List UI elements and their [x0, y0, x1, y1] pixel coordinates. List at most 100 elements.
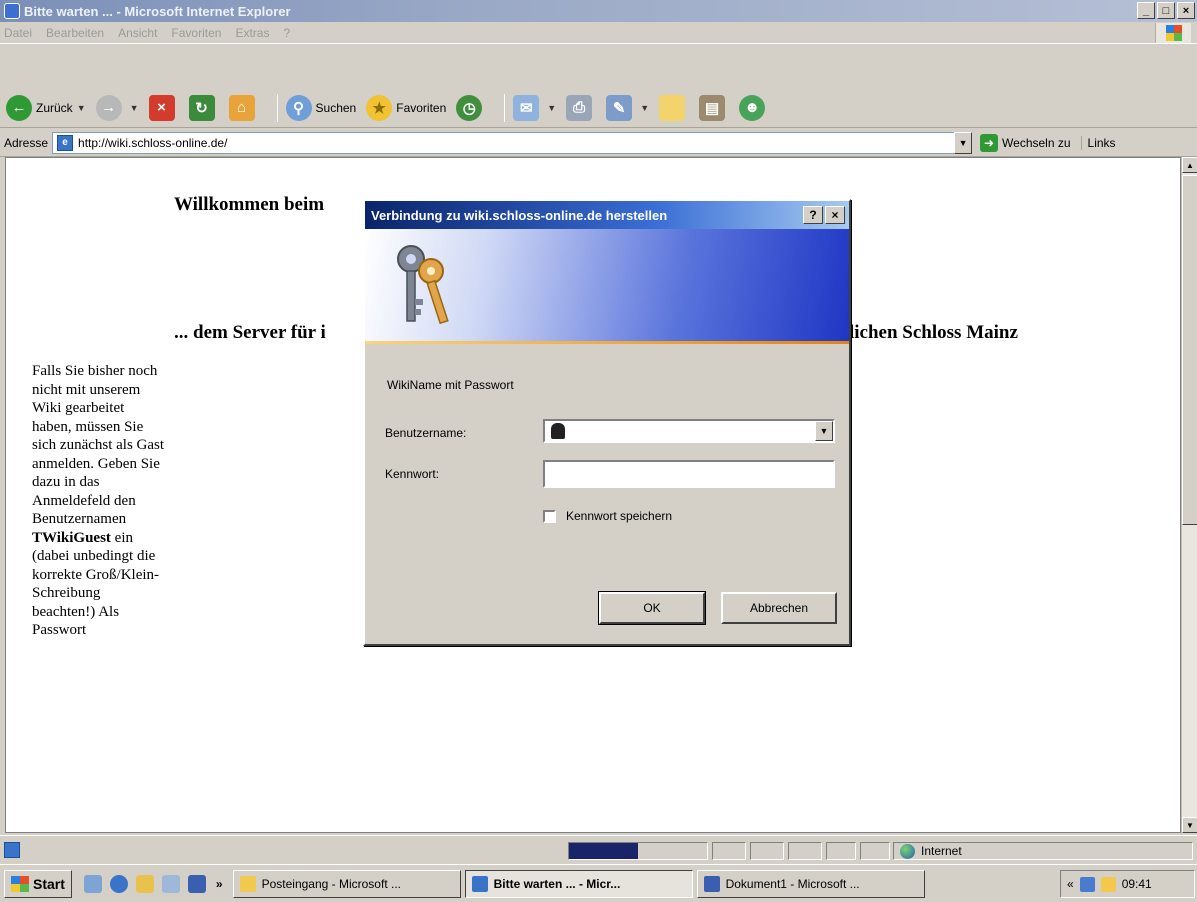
security-zone: Internet	[893, 842, 1193, 860]
password-field[interactable]	[543, 460, 835, 488]
taskbar: Start » Posteingang - Microsoft ... Bitt…	[0, 864, 1197, 902]
chevron-down-icon: ▼	[129, 102, 139, 113]
status-bar: Internet	[0, 835, 1197, 864]
forward-arrow-icon: →	[95, 94, 122, 121]
links-button[interactable]: Links	[1080, 135, 1116, 150]
stop-icon: ×	[148, 94, 175, 121]
menu-bearbeiten[interactable]: Bearbeiten	[46, 26, 104, 40]
cancel-button[interactable]: Abbrechen	[721, 592, 837, 624]
start-label: Start	[33, 875, 65, 892]
remember-checkbox[interactable]	[543, 509, 556, 523]
taskbar-item-word[interactable]: Dokument1 - Microsoft ...	[696, 869, 925, 898]
guest-username: TWikiGuest	[32, 529, 111, 546]
home-button[interactable]: ⌂	[228, 92, 259, 124]
status-pane	[860, 842, 890, 860]
back-label: Zurück	[36, 100, 73, 115]
address-dropdown-icon[interactable]: ▼	[954, 131, 973, 154]
task-label: Bitte warten ... - Micr...	[493, 876, 621, 891]
back-button[interactable]: ← Zurück ▼	[6, 92, 86, 124]
scroll-thumb[interactable]	[1182, 175, 1197, 525]
messenger-icon: ☻	[739, 94, 766, 121]
task-label: Dokument1 - Microsoft ...	[725, 876, 860, 891]
help-button[interactable]: ?	[803, 206, 823, 224]
forward-button[interactable]: → ▼	[95, 92, 139, 124]
welcome-heading: Willkommen beim	[174, 194, 325, 215]
address-bar: Adresse e http://wiki.schloss-online.de/…	[0, 129, 1197, 157]
tray-expand-icon[interactable]: «	[1067, 877, 1074, 891]
banner-stripe	[365, 341, 849, 344]
show-desktop-icon[interactable]	[83, 874, 102, 893]
scroll-down-icon[interactable]: ▼	[1182, 817, 1197, 833]
go-arrow-icon: ➜	[980, 133, 999, 152]
mail-icon: ✉	[513, 94, 540, 121]
password-label: Kennwort:	[385, 467, 440, 481]
ie-icon	[4, 3, 20, 19]
windows-logo-icon	[11, 875, 29, 892]
dialog-close-button[interactable]: ×	[825, 206, 845, 224]
progress-bar	[568, 842, 708, 860]
history-icon: ◷	[456, 94, 483, 121]
remember-password[interactable]: Kennwort speichern	[543, 509, 672, 523]
refresh-icon: ↻	[188, 94, 215, 121]
search-button[interactable]: ⚲ Suchen	[285, 92, 357, 124]
status-pane	[712, 842, 746, 860]
back-arrow-icon: ←	[6, 94, 32, 121]
print-button[interactable]: ⎙	[566, 92, 596, 124]
scroll-up-icon[interactable]: ▲	[1182, 157, 1197, 173]
server-heading-right: lichen Schloss Mainz	[849, 322, 1018, 343]
edit-page-icon: ✎	[606, 94, 633, 121]
menu-datei[interactable]: Datei	[4, 26, 32, 40]
network-icon[interactable]	[1079, 876, 1095, 892]
toolbar-separator	[504, 93, 506, 122]
menu-help[interactable]: ?	[283, 26, 290, 40]
edit-button[interactable]: ✎ ▼	[606, 92, 649, 124]
status-pane	[826, 842, 856, 860]
chevron-down-icon: ▼	[547, 102, 557, 113]
search-icon: ⚲	[285, 94, 312, 121]
ok-button[interactable]: OK	[598, 591, 706, 625]
ie-quicklaunch-icon[interactable]	[109, 874, 128, 893]
quick-launch	[83, 874, 206, 893]
username-dropdown-icon[interactable]: ▼	[815, 421, 833, 441]
home-icon: ⌂	[228, 94, 255, 121]
outlook-tray-icon[interactable]	[1100, 876, 1116, 892]
minimize-button[interactable]: _	[1137, 2, 1155, 19]
research-button[interactable]: ▤	[699, 92, 729, 124]
address-input[interactable]: e http://wiki.schloss-online.de/ ▼	[52, 131, 973, 154]
status-pane	[750, 842, 784, 860]
taskbar-item-ie[interactable]: Bitte warten ... - Micr...	[464, 869, 693, 898]
toolbar-separator	[276, 93, 278, 122]
window-controls: _ □ ×	[1137, 2, 1195, 19]
dialog-banner	[365, 229, 849, 344]
stop-button[interactable]: ×	[148, 92, 179, 124]
server-heading-left: ... dem Server für i	[174, 322, 326, 343]
mail-button[interactable]: ✉ ▼	[513, 92, 556, 124]
close-button[interactable]: ×	[1177, 2, 1195, 19]
menu-favoriten[interactable]: Favoriten	[171, 26, 221, 40]
menu-ansicht[interactable]: Ansicht	[118, 26, 157, 40]
folder-icon[interactable]	[135, 874, 154, 893]
refresh-button[interactable]: ↻	[188, 92, 219, 124]
search-label: Suchen	[315, 100, 357, 115]
taskbar-item-outlook[interactable]: Posteingang - Microsoft ...	[232, 869, 461, 898]
menu-extras[interactable]: Extras	[235, 26, 269, 40]
start-button[interactable]: Start	[4, 869, 72, 898]
messenger-button[interactable]: ☻	[739, 92, 769, 124]
maximize-button[interactable]: □	[1157, 2, 1175, 19]
document-icon[interactable]	[161, 874, 180, 893]
history-button[interactable]: ◷	[456, 92, 486, 124]
username-combobox[interactable]: ▼	[543, 419, 835, 443]
note-icon	[659, 94, 686, 121]
keys-icon	[397, 245, 449, 325]
discuss-button[interactable]	[659, 92, 689, 124]
star-icon: ★	[366, 94, 393, 121]
go-button[interactable]: ➜ Wechseln zu	[980, 133, 1071, 152]
remember-label: Kennwort speichern	[566, 509, 673, 523]
go-label: Wechseln zu	[1002, 135, 1071, 150]
word-icon[interactable]	[187, 874, 206, 893]
favorites-button[interactable]: ★ Favoriten	[366, 92, 446, 124]
printer-icon: ⎙	[566, 94, 593, 121]
ie-icon	[471, 875, 488, 892]
vertical-scrollbar[interactable]: ▲ ▼	[1181, 157, 1197, 833]
chevron-right-icon[interactable]: »	[216, 877, 223, 891]
